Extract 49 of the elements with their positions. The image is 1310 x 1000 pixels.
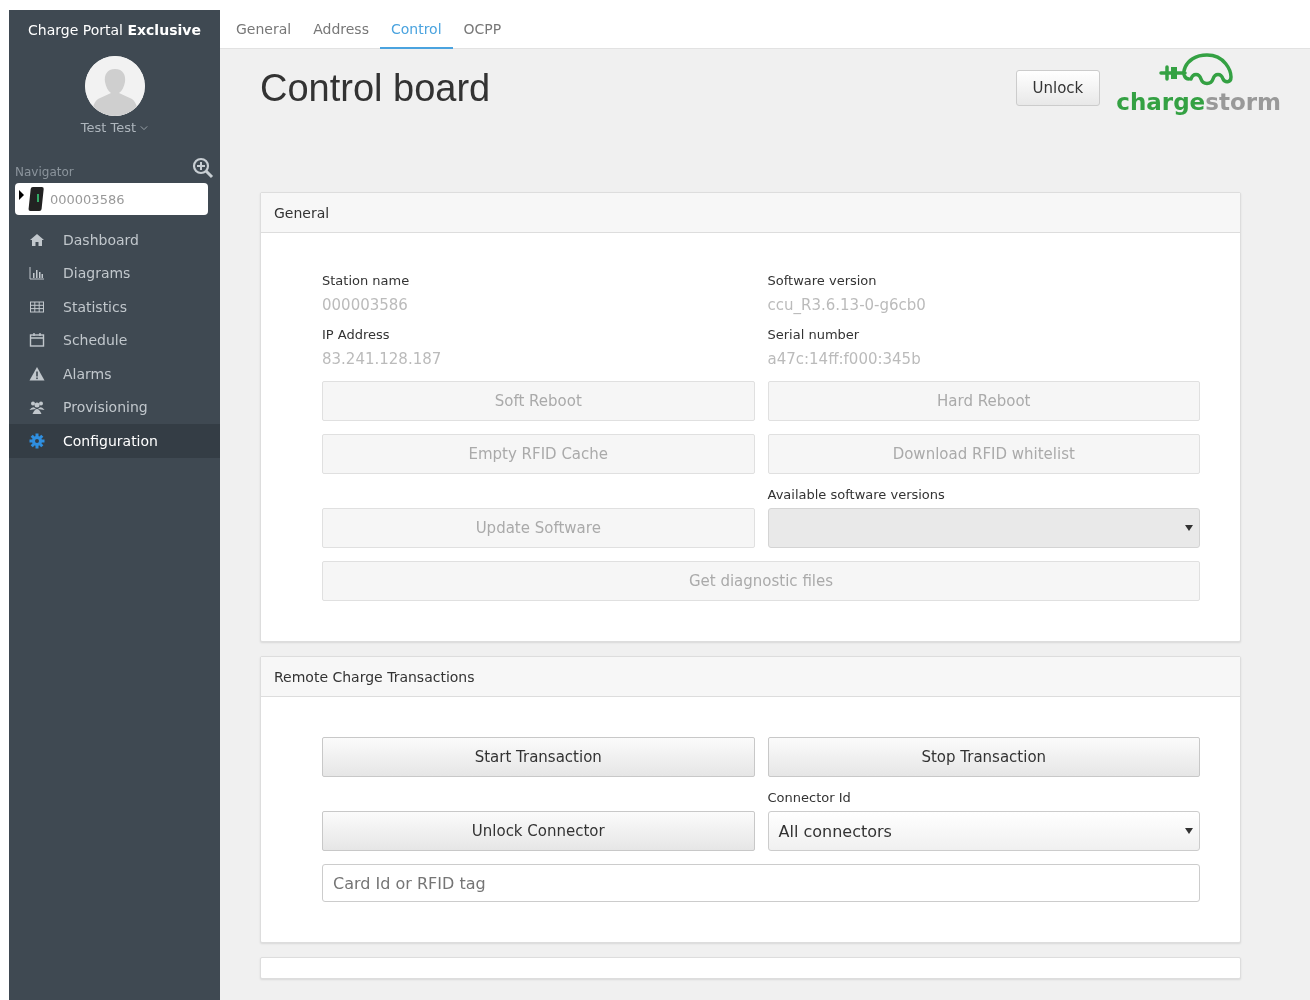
caret-icon <box>1185 525 1193 531</box>
tab[interactable]: Control <box>379 10 453 49</box>
field-value: 000003586 <box>322 296 409 314</box>
users-icon <box>29 399 45 416</box>
field-value: 83.241.128.187 <box>322 350 443 368</box>
zoom-in-icon <box>192 157 214 179</box>
field-label: Serial number <box>767 327 861 342</box>
brand-title: Charge Portal Exclusive <box>27 22 202 38</box>
sidebar-item[interactable]: Configuration <box>9 424 220 458</box>
user-menu[interactable]: Test Test <box>80 120 149 135</box>
page-title: Control board <box>260 67 492 110</box>
table-icon <box>29 298 45 315</box>
action-button[interactable]: Stop Transaction <box>767 737 1200 777</box>
panel-title: Remote Charge Transactions <box>274 668 475 685</box>
sidebar-item[interactable]: Statistics <box>9 290 220 324</box>
expand-triangle-icon <box>19 190 24 200</box>
card-id-input[interactable]: Card Id or RFID tag <box>322 864 1200 902</box>
sidebar-item[interactable]: Provisioning <box>9 390 220 424</box>
action-button[interactable]: Start Transaction <box>322 737 755 777</box>
navigator-label: Navigator <box>15 165 74 179</box>
avatar-silhouette <box>84 56 145 116</box>
settings-icon <box>29 432 45 449</box>
tab[interactable]: General <box>225 10 303 49</box>
unlock-button[interactable]: Unlock <box>1015 70 1101 106</box>
field-value: ccu_R3.6.13-0-g6cb0 <box>767 296 927 314</box>
caret-icon <box>1185 828 1193 834</box>
sidebar-item[interactable]: Alarms <box>9 357 220 391</box>
sidebar-item[interactable]: Diagrams <box>9 256 220 290</box>
field-label: Software version <box>767 273 878 288</box>
field-label: IP Address <box>322 327 391 342</box>
home-icon <box>29 231 45 248</box>
logo-wordmark: chargestorm <box>1116 89 1281 115</box>
panel-title: General <box>274 204 330 221</box>
charger-device-icon <box>28 186 46 212</box>
sidebar-item[interactable]: Schedule <box>9 323 220 357</box>
chevron-down-icon <box>140 124 149 131</box>
calendar-icon <box>29 332 45 349</box>
tab[interactable]: OCPP <box>452 10 513 49</box>
warning-icon <box>29 365 45 382</box>
field-label: Connector Id <box>767 790 852 805</box>
tab[interactable]: Address <box>302 10 380 49</box>
station-tree-item[interactable]: 000003586 <box>15 183 208 215</box>
sidebar-item[interactable]: Dashboard <box>9 223 220 257</box>
dropdown-field[interactable]: All connectors <box>767 811 1200 851</box>
field-value: a47c:14ff:f000:345b <box>767 350 922 368</box>
field-label: Station name <box>322 273 411 288</box>
field-label: Available software versions <box>767 487 946 502</box>
bar-chart-icon <box>29 265 45 282</box>
action-button[interactable]: Unlock Connector <box>322 811 755 851</box>
